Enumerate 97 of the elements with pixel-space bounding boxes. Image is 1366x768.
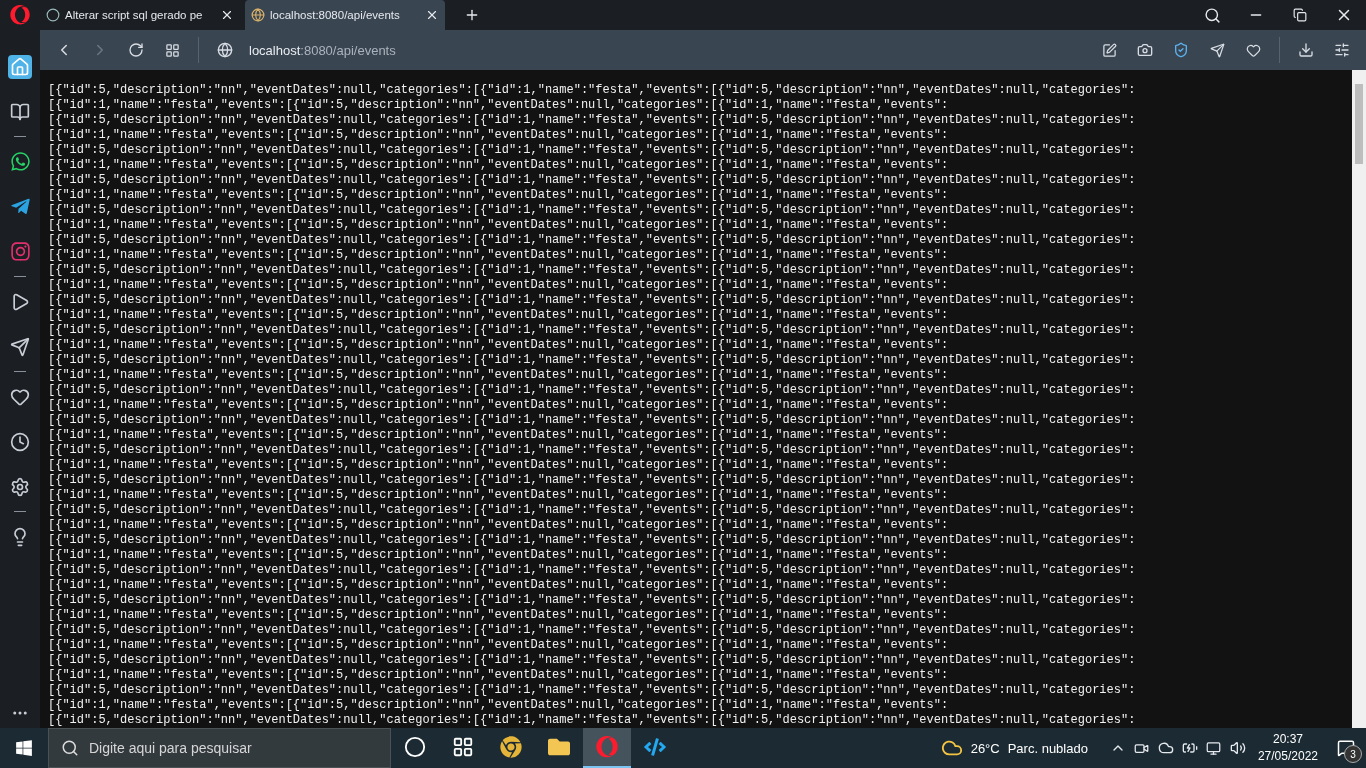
close-icon[interactable] xyxy=(220,8,234,22)
json-text-line: [{"id":5,"description":"nn","eventDates":null,"categories":[{"id":1,"name":"festa","events":[{"id":5,"description":"nn","eventDates":null,"categories": xyxy=(48,623,1136,638)
chat-bubble-icon xyxy=(9,151,31,172)
json-text-line: [{"id":1,"name":"festa","events":[{"id":5,"description":"nn","eventDates":null,"categories":[{"id":1,"name":"festa","events": xyxy=(48,698,949,713)
json-text-line: [{"id":1,"name":"festa","events":[{"id":5,"description":"nn","eventDates":null,"categories":[{"id":1,"name":"festa","events": xyxy=(48,398,949,413)
json-text-line: [{"id":1,"name":"festa","events":[{"id":5,"description":"nn","eventDates":null,"categories":[{"id":1,"name":"festa","events": xyxy=(48,278,949,293)
code-editor-icon xyxy=(644,736,666,758)
json-text-line: [{"id":1,"name":"festa","events":[{"id":5,"description":"nn","eventDates":null,"categories":[{"id":1,"name":"festa","events": xyxy=(48,638,949,653)
json-text-line: [{"id":1,"name":"festa","events":[{"id":5,"description":"nn","eventDates":null,"categories":[{"id":1,"name":"festa","events": xyxy=(48,578,949,593)
json-text-line: [{"id":5,"description":"nn","eventDates":null,"categories":[{"id":1,"name":"festa","events":[{"id":5,"description":"nn","eventDates":null,"categories": xyxy=(48,563,1136,578)
search-icon xyxy=(61,739,79,757)
heart-icon[interactable] xyxy=(1245,42,1261,58)
json-text-line: [{"id":1,"name":"festa","events":[{"id":5,"description":"nn","eventDates":null,"categories":[{"id":1,"name":"festa","events": xyxy=(48,368,949,383)
edit-icon[interactable] xyxy=(1101,42,1117,58)
cloud-icon[interactable] xyxy=(1157,740,1174,756)
book-icon xyxy=(10,101,30,122)
json-text-line: [{"id":5,"description":"nn","eventDates":null,"categories":[{"id":1,"name":"festa","events":[{"id":5,"description":"nn","eventDates":null,"categories": xyxy=(48,683,1136,698)
settings-icon xyxy=(10,476,30,497)
json-text-line: [{"id":1,"name":"festa","events":[{"id":5,"description":"nn","eventDates":null,"categories":[{"id":1,"name":"festa","events": xyxy=(48,518,949,533)
reload-icon[interactable] xyxy=(128,42,144,58)
json-text-line: [{"id":1,"name":"festa","events":[{"id":5,"description":"nn","eventDates":null,"categories":[{"id":1,"name":"festa","events": xyxy=(48,488,949,503)
json-text-line: [{"id":5,"description":"nn","eventDates":null,"categories":[{"id":1,"name":"festa","events":[{"id":5,"description":"nn","eventDates":null,"categories": xyxy=(48,533,1136,548)
json-text-line: [{"id":1,"name":"festa","events":[{"id":5,"description":"nn","eventDates":null,"categories":[{"id":1,"name":"festa","events": xyxy=(48,458,949,473)
json-text-line: [{"id":1,"name":"festa","events":[{"id":5,"description":"nn","eventDates":null,"categories":[{"id":1,"name":"festa","events": xyxy=(48,98,949,113)
send-icon xyxy=(10,336,30,357)
camera-icon xyxy=(9,241,31,262)
search-icon[interactable] xyxy=(1203,6,1221,24)
json-text-line: [{"id":5,"description":"nn","eventDates":null,"categories":[{"id":1,"name":"festa","events":[{"id":5,"description":"nn","eventDates":null,"categories": xyxy=(48,593,1136,608)
json-text-line: [{"id":5,"description":"nn","eventDates":null,"categories":[{"id":1,"name":"festa","events":[{"id":5,"description":"nn","eventDates":null,"categories": xyxy=(48,263,1136,278)
home-icon xyxy=(10,56,30,77)
tab-title: Alterar script sql gerado pe xyxy=(65,9,204,21)
sidebar-item[interactable] xyxy=(8,54,32,79)
json-text-line: [{"id":5,"description":"nn","eventDates":null,"categories":[{"id":1,"name":"festa","events":[{"id":5,"description":"nn","eventDates":null,"categories": xyxy=(48,653,1136,668)
address-field[interactable]: localhost:8080/api/events xyxy=(249,42,396,58)
temperature: 26°C xyxy=(970,740,1000,756)
settings-icon[interactable] xyxy=(1334,42,1350,58)
notifications-icon[interactable] xyxy=(1337,739,1355,757)
json-text-line: [{"id":5,"description":"nn","eventDates":null,"categories":[{"id":1,"name":"festa","events":[{"id":5,"description":"nn","eventDates":null,"categories": xyxy=(48,233,1136,248)
browser-logo-icon[interactable] xyxy=(10,5,30,25)
favicon-icon xyxy=(251,8,265,22)
json-text-line: [{"id":5,"description":"nn","eventDates":null,"categories":[{"id":1,"name":"festa","events":[{"id":5,"description":"nn","eventDates":null,"categories": xyxy=(48,83,1136,98)
browser-tab[interactable]: Alterar script sql gerado pe xyxy=(40,0,240,30)
browser-tab[interactable]: localhost:8080/api/events xyxy=(245,0,445,30)
globe-icon xyxy=(217,42,233,58)
browser-icon xyxy=(596,736,618,758)
json-text-line: [{"id":5,"description":"nn","eventDates":null,"categories":[{"id":1,"name":"festa","events":[{"id":5,"description":"nn","eventDates":null,"categories": xyxy=(48,203,1136,218)
json-text-line: [{"id":1,"name":"festa","events":[{"id":5,"description":"nn","eventDates":null,"categories":[{"id":1,"name":"festa","events": xyxy=(48,608,949,623)
sidebar-item[interactable] xyxy=(8,149,32,174)
paper-plane-icon xyxy=(9,196,31,217)
grid-icon[interactable] xyxy=(164,42,180,58)
json-text-line: [{"id":5,"description":"nn","eventDates":null,"categories":[{"id":1,"name":"festa","events":[{"id":5,"description":"nn","eventDates":null,"categories": xyxy=(48,503,1136,518)
folder-icon xyxy=(548,736,570,758)
notification-count: 3 xyxy=(1344,745,1362,763)
json-text-line: [{"id":5,"description":"nn","eventDates":null,"categories":[{"id":1,"name":"festa","events":[{"id":5,"description":"nn","eventDates":null,"categories": xyxy=(48,473,1136,488)
json-text-line: [{"id":5,"description":"nn","eventDates":null,"categories":[{"id":1,"name":"festa","events":[{"id":5,"description":"nn","eventDates":null,"categories": xyxy=(48,413,1136,428)
json-text-line: [{"id":5,"description":"nn","eventDates":null,"categories":[{"id":1,"name":"festa","events":[{"id":5,"description":"nn","eventDates":null,"categories": xyxy=(48,443,1136,458)
favicon-icon xyxy=(46,8,60,22)
weather-condition: Parc. nublado xyxy=(1007,740,1088,756)
json-text-line: [{"id":1,"name":"festa","events":[{"id":5,"description":"nn","eventDates":null,"categories":[{"id":1,"name":"festa","events": xyxy=(48,158,949,173)
play-icon xyxy=(10,291,30,312)
json-text-line: [{"id":5,"description":"nn","eventDates":null,"categories":[{"id":1,"name":"festa","events":[{"id":5,"description":"nn","eventDates":null,"categories": xyxy=(48,323,1136,338)
heart-icon xyxy=(10,386,30,407)
json-text-line: [{"id":1,"name":"festa","events":[{"id":5,"description":"nn","eventDates":null,"categories":[{"id":1,"name":"festa","events": xyxy=(48,338,949,353)
clock-icon xyxy=(10,431,30,452)
camera-icon[interactable] xyxy=(1137,42,1153,58)
new-tab-icon[interactable] xyxy=(464,7,480,23)
volume-icon[interactable] xyxy=(1229,740,1246,756)
json-text-line: [{"id":5,"description":"nn","eventDates":null,"categories":[{"id":1,"name":"festa","events":[{"id":5,"description":"nn","eventDates":null,"categories": xyxy=(48,713,1136,728)
close-icon[interactable] xyxy=(425,8,439,22)
clock-time[interactable]: 20:37 xyxy=(1272,731,1303,748)
tab-title: localhost:8080/api/events xyxy=(270,9,401,21)
json-text-line: [{"id":1,"name":"festa","events":[{"id":5,"description":"nn","eventDates":null,"categories":[{"id":1,"name":"festa","events": xyxy=(48,218,949,233)
json-text-line: [{"id":1,"name":"festa","events":[{"id":5,"description":"nn","eventDates":null,"categories":[{"id":1,"name":"festa","events": xyxy=(48,248,949,263)
battery-icon[interactable] xyxy=(1181,740,1198,756)
clock-date[interactable]: 27/05/2022 xyxy=(1257,748,1318,765)
json-text-line: [{"id":5,"description":"nn","eventDates":null,"categories":[{"id":1,"name":"festa","events":[{"id":5,"description":"nn","eventDates":null,"categories": xyxy=(48,353,1136,368)
circle-icon xyxy=(404,736,426,758)
json-text-line: [{"id":1,"name":"festa","events":[{"id":5,"description":"nn","eventDates":null,"categories":[{"id":1,"name":"festa","events": xyxy=(48,428,949,443)
json-text-line: [{"id":5,"description":"nn","eventDates":null,"categories":[{"id":1,"name":"festa","events":[{"id":5,"description":"nn","eventDates":null,"categories": xyxy=(48,143,1136,158)
restore-icon[interactable] xyxy=(1293,8,1307,22)
search-field[interactable]: Digite aqui para pesquisar xyxy=(48,728,391,768)
browser-icon xyxy=(500,736,522,758)
json-text-line: [{"id":1,"name":"festa","events":[{"id":5,"description":"nn","eventDates":null,"categories":[{"id":1,"name":"festa","events": xyxy=(48,308,949,323)
shield-icon[interactable] xyxy=(1173,42,1189,58)
json-text-line: [{"id":1,"name":"festa","events":[{"id":5,"description":"nn","eventDates":null,"categories":[{"id":1,"name":"festa","events": xyxy=(48,668,949,683)
json-text-line: [{"id":5,"description":"nn","eventDates":null,"categories":[{"id":1,"name":"festa","events":[{"id":5,"description":"nn","eventDates":null,"categories": xyxy=(48,113,1136,128)
json-text-line: [{"id":5,"description":"nn","eventDates":null,"categories":[{"id":1,"name":"festa","events":[{"id":5,"description":"nn","eventDates":null,"categories": xyxy=(48,383,1136,398)
json-text-line: [{"id":5,"description":"nn","eventDates":null,"categories":[{"id":1,"name":"festa","events":[{"id":5,"description":"nn","eventDates":null,"categories": xyxy=(48,293,1136,308)
json-text-line: [{"id":1,"name":"festa","events":[{"id":5,"description":"nn","eventDates":null,"categories":[{"id":1,"name":"festa","events": xyxy=(48,548,949,563)
task-view-icon xyxy=(452,736,474,758)
download-icon[interactable] xyxy=(1298,42,1314,58)
json-text-line: [{"id":5,"description":"nn","eventDates":null,"categories":[{"id":1,"name":"festa","events":[{"id":5,"description":"nn","eventDates":null,"categories": xyxy=(48,173,1136,188)
start-icon[interactable] xyxy=(15,739,33,757)
json-text-line: [{"id":1,"name":"festa","events":[{"id":5,"description":"nn","eventDates":null,"categories":[{"id":1,"name":"festa","events": xyxy=(48,188,949,203)
json-text-line: [{"id":1,"name":"festa","events":[{"id":5,"description":"nn","eventDates":null,"categories":[{"id":1,"name":"festa","events": xyxy=(48,128,949,143)
send-icon[interactable] xyxy=(1209,42,1225,58)
scrollbar[interactable] xyxy=(1352,70,1366,728)
